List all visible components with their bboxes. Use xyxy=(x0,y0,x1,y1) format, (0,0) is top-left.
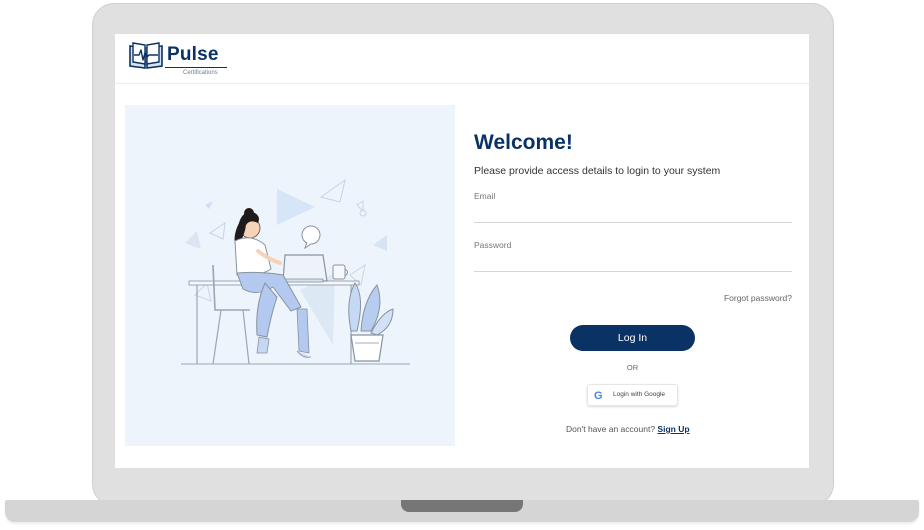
signup-row: Don't have an account? Sign Up xyxy=(566,424,690,434)
brand-underline xyxy=(165,67,227,68)
email-field[interactable] xyxy=(474,204,792,223)
signup-prompt: Don't have an account? xyxy=(566,424,656,434)
google-g-icon: G xyxy=(594,390,603,402)
login-subtitle: Please provide access details to login t… xyxy=(474,165,721,177)
woman-at-laptop-illustration xyxy=(181,178,410,365)
signup-link[interactable]: Sign Up xyxy=(657,424,689,434)
forgot-password-link[interactable]: Forgot password? xyxy=(724,293,792,303)
open-book-pulse-icon xyxy=(129,42,163,69)
google-login-label: Login with Google xyxy=(613,391,666,398)
brand-logo[interactable]: Pulse Certifications xyxy=(127,40,237,78)
welcome-heading: Welcome! xyxy=(474,131,573,154)
laptop-notch xyxy=(401,500,523,512)
password-label: Password xyxy=(474,240,512,250)
or-divider: OR xyxy=(626,363,639,372)
header-bar: Pulse Certifications xyxy=(115,34,809,84)
hero-illustration xyxy=(125,105,455,446)
login-button[interactable]: Log In xyxy=(570,325,695,351)
brand-tagline: Certifications xyxy=(183,70,218,76)
brand-name: Pulse xyxy=(167,44,219,65)
google-login-button[interactable]: G Login with Google xyxy=(587,384,678,406)
password-field[interactable] xyxy=(474,253,792,272)
email-label: Email xyxy=(474,191,496,201)
app-screen: Pulse Certifications Welcome! Please pro… xyxy=(115,34,809,468)
